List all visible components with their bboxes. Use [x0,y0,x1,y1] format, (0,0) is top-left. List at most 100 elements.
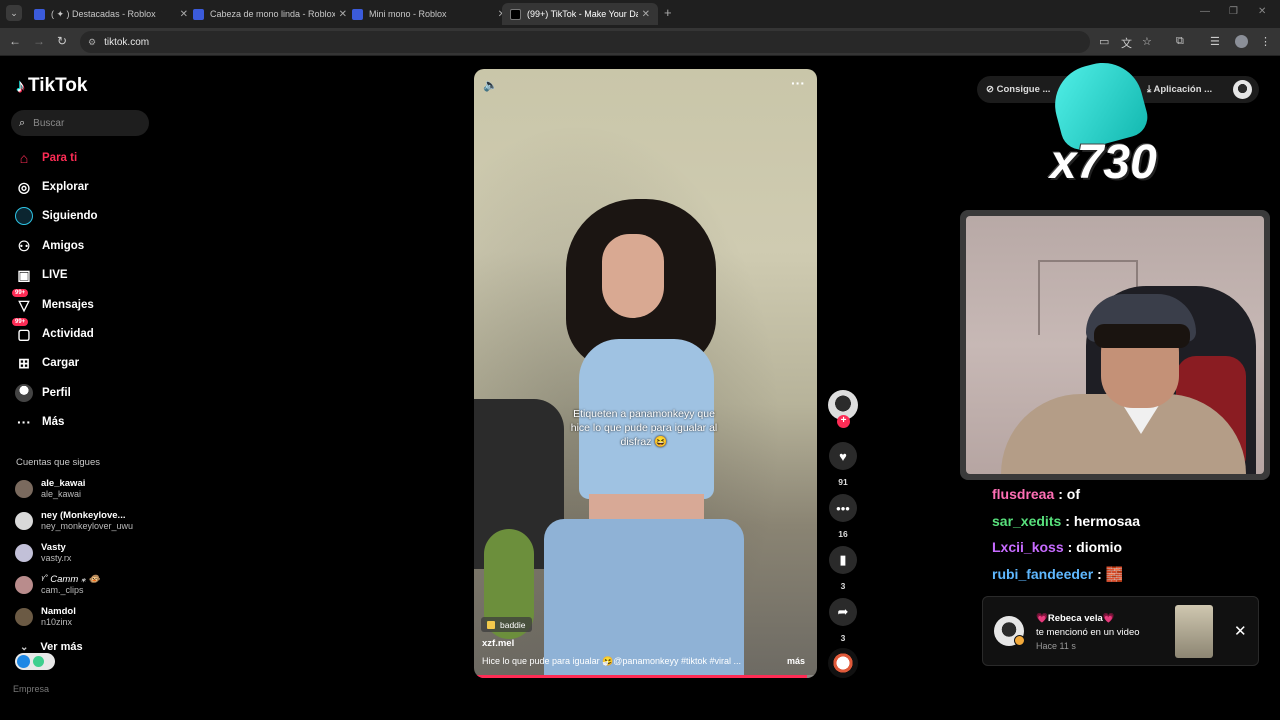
browser-tab-1[interactable]: ( ✦ ) Destacadas - Roblox ✕ [26,3,196,25]
chat-text: : 🧱 [1097,566,1124,582]
like-count: 91 [838,477,848,487]
close-icon[interactable]: ✕ [1234,622,1247,640]
browser-profile-avatar[interactable] [1235,35,1248,48]
follow-plus-icon[interactable]: + [837,415,850,428]
avatar [15,608,33,626]
new-tab-button[interactable]: + [664,5,672,20]
show-more-button[interactable]: más [787,656,805,666]
sidebar-item-actividad[interactable]: ▢ 99+ Actividad [12,318,94,345]
followed-account[interactable]: ᵞ˚ Camm ⁎ 🐵 cam._clips [15,574,100,596]
sidebar-item-perfil[interactable]: Perfil [14,382,71,404]
app-icon [17,655,30,668]
roblox-favicon-icon [352,8,363,20]
video-progress-bar[interactable] [474,675,817,678]
account-handle: n10zinx [41,617,73,627]
chevron-down-icon: ⌄ [20,641,29,653]
minimize-icon[interactable]: — [1200,6,1210,17]
sidebar-item-cargar[interactable]: ⊞ Cargar [14,352,79,374]
sidebar-item-label: Mensajes [42,299,94,311]
heart-icon: ♥ [839,448,847,464]
sidebar-item-mas[interactable]: ··· Más [14,411,64,433]
followed-account[interactable]: ale_kawai ale_kawai [15,478,85,500]
chat-text: : diomio [1067,539,1123,555]
gift-multiplier: x730 [1050,136,1157,189]
logo-text: TikTok [28,75,88,96]
reading-list-icon[interactable]: ☰ [1210,35,1220,48]
more-icon: ··· [17,414,31,430]
volume-icon[interactable]: 🔈 [483,78,498,92]
video-tag-chip[interactable]: baddie [481,617,532,632]
floating-app-chip[interactable] [15,653,55,670]
sidebar-item-label: Amigos [42,240,85,252]
followed-account[interactable]: Namdol n10zinx [15,606,76,628]
sidebar-item-siguiendo[interactable]: Siguiendo [14,205,98,227]
sidebar-item-para-ti[interactable]: ⌂ Para ti [14,147,77,169]
more-options-icon[interactable]: ··· [791,75,805,91]
comment-button[interactable]: ••• [829,494,857,522]
home-icon: ⌂ [19,150,29,166]
extensions-icon[interactable]: ⧉ [1176,35,1184,48]
followed-account[interactable]: ney (Monkeylove... ney_monkeylover_uwu [15,510,133,532]
bookmark-star-icon[interactable]: ☆ [1142,35,1152,48]
comment-icon: ••• [836,500,850,516]
comment-count: 16 [838,529,848,539]
chat-text: : hermosaa [1065,513,1140,529]
tab-title: ( ✦ ) Destacadas - Roblox [51,8,156,19]
share-button[interactable]: ➦ [829,598,857,626]
address-bar[interactable]: ⚙ tiktok.com [80,31,1090,53]
close-icon[interactable]: ✕ [642,9,650,20]
account-name: Namdol [41,606,76,617]
webcam-feed [966,216,1264,474]
see-more-button[interactable]: ⌄ Ver más [20,641,83,653]
sidebar-item-label: LIVE [42,269,68,281]
forward-icon[interactable]: → [33,34,45,48]
browser-tab-2[interactable]: Cabeza de mono linda - Roblox ✕ [185,3,355,25]
video-player[interactable]: Etiqueten a panamonkeyy que hice lo que … [474,69,817,678]
video-username[interactable]: xzf.mel [482,638,514,649]
avatar [15,576,33,594]
sidebar-item-label: Cargar [42,357,80,369]
reload-icon[interactable]: ↻ [57,34,67,48]
get-coins-label: Consigue ... [996,84,1051,95]
tab-search-button[interactable]: ⌄ [6,5,22,21]
like-button[interactable]: ♥ [829,442,857,470]
browser-menu-icon[interactable]: ⋮ [1260,35,1271,48]
sidebar-footer-link[interactable]: Empresa [13,684,49,694]
sidebar-item-live[interactable]: ▣ LIVE [14,264,68,286]
video-overlay-text: Etiqueten a panamonkeyy que hice lo que … [570,408,718,448]
sidebar-item-amigos[interactable]: ⚇ Amigos [14,235,84,257]
mention-notification[interactable]: 💗Rebeca vela💗 te mencionó en un video Ha… [982,596,1259,666]
music-disc-icon[interactable] [828,648,858,678]
bookmark-icon: ▮ [839,552,847,567]
account-name: ale_kawai [41,478,86,489]
sidebar-item-explorar[interactable]: ◎ Explorar [14,176,89,198]
restore-icon[interactable]: ❐ [1229,6,1238,17]
tab-title: (99+) TikTok - Make Your Day [527,9,638,19]
video-person-face [602,234,664,318]
coin-icon: ⊘ [986,84,994,95]
site-info-icon[interactable]: ⚙ [88,37,96,48]
chat-text: : of [1058,486,1081,502]
tiktok-logo[interactable]: ♪ TikTok [16,75,87,97]
search-icon: ⌕ [19,116,26,129]
sidebar-item-mensajes[interactable]: ▽ 99+ Mensajes [12,289,94,316]
browser-tab-3[interactable]: Mini mono - Roblox ✕ [344,3,514,25]
translate-icon[interactable]: 文 [1121,35,1132,51]
cast-icon[interactable]: ▭ [1099,35,1109,48]
get-app-button[interactable]: ⤓ Aplicación ... [1147,84,1212,95]
notification-time: Hace 11 s [1036,641,1076,651]
window-close-icon[interactable]: ✕ [1258,6,1266,17]
save-button[interactable]: ▮ [829,546,857,574]
followed-account[interactable]: Vasty vasty.rx [15,542,71,564]
get-coins-button[interactable]: ⊘ Consigue ... [986,84,1050,95]
share-count: 3 [840,633,846,643]
video-progress-fill [474,675,807,678]
back-icon[interactable]: ← [9,34,21,48]
search-input[interactable]: ⌕ Buscar [11,110,149,136]
video-thumbnail[interactable] [1175,605,1213,658]
sidebar-item-label: Actividad [42,328,94,340]
user-avatar[interactable] [1233,80,1252,99]
browser-tab-4-active[interactable]: (99+) TikTok - Make Your Day ✕ [502,3,658,25]
notification-sender: 💗Rebeca vela💗 [1036,613,1115,624]
tab-title: Mini mono - Roblox [369,9,447,19]
